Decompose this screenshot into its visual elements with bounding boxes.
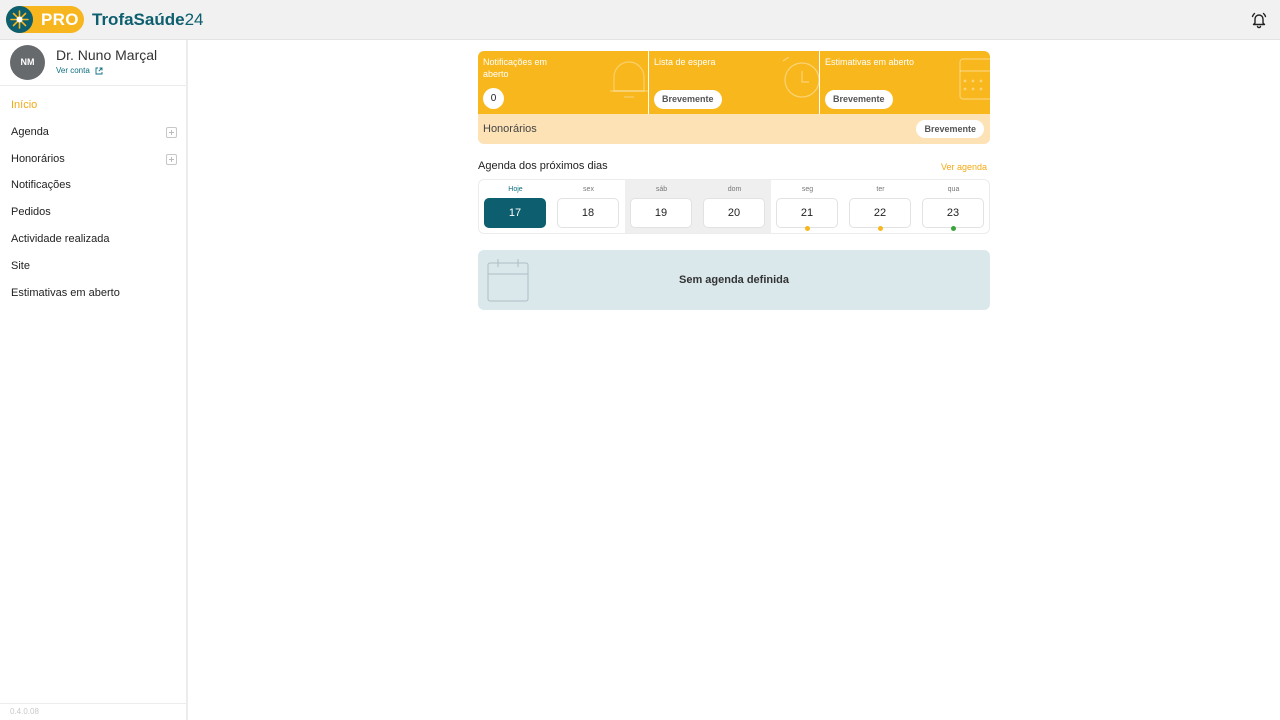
profile-section: NM Dr. Nuno Marçal Ver conta: [0, 40, 186, 86]
sidebar-item-label: Início: [11, 99, 38, 111]
day-weekday-label: sáb: [655, 186, 668, 193]
day-weekday-label: ter: [876, 186, 885, 193]
agenda-day-19[interactable]: sáb 19: [625, 180, 698, 233]
notifications-bell-icon[interactable]: [1250, 11, 1268, 29]
sidebar-item-honorarios[interactable]: Honorários: [0, 146, 186, 173]
brand-name[interactable]: TrofaSaúde24: [92, 10, 204, 30]
sidebar-item-label: Site: [11, 259, 30, 272]
day-event-dot: [805, 226, 810, 231]
sidebar-item-estimativas[interactable]: Estimativas em aberto: [0, 280, 186, 307]
empty-agenda-panel: Sem agenda definida: [478, 250, 990, 310]
card-title: Notificações em aberto: [483, 57, 548, 79]
estimates-card[interactable]: Estimativas em aberto Brevemente: [820, 51, 990, 114]
top-bar: PRO TrofaSaúde24: [0, 0, 1280, 40]
brand-number: 24: [184, 10, 204, 29]
pro-label: PRO: [41, 10, 79, 29]
agenda-day-20[interactable]: dom 20: [698, 180, 771, 233]
agenda-day-22[interactable]: ter 22: [844, 180, 917, 233]
view-account-link[interactable]: Ver conta: [56, 66, 103, 75]
sidebar-item-label: Pedidos: [11, 206, 51, 219]
clock-icon: [782, 57, 819, 98]
sidebar-nav: Início Agenda Honorários Notificações Pe…: [0, 92, 186, 306]
day-number: 19: [630, 198, 692, 228]
day-number: 20: [703, 198, 765, 228]
summary-cards: Notificações em aberto 0 Lista de espera…: [478, 51, 990, 144]
fees-soon-button[interactable]: Brevemente: [916, 120, 984, 138]
pro-badge[interactable]: PRO: [6, 6, 84, 33]
external-link-icon: [95, 67, 103, 75]
card-title: Estimativas em aberto: [825, 57, 915, 67]
sidebar-item-label: Estimativas em aberto: [11, 286, 120, 299]
doctor-name: Dr. Nuno Marçal: [56, 47, 158, 63]
view-account-label: Ver conta: [56, 66, 90, 75]
day-event-dot: [878, 226, 883, 231]
sidebar-item-notificacoes[interactable]: Notificações: [0, 172, 186, 199]
fees-row[interactable]: Honorários Brevemente: [478, 114, 990, 144]
sidebar-item-label: Actividade realizada: [11, 232, 110, 245]
day-number: 22: [849, 198, 911, 228]
agenda-day-17[interactable]: Hoje 17: [479, 180, 552, 233]
sidebar: NM Dr. Nuno Marçal Ver conta Início Agen…: [0, 40, 188, 720]
notifications-card[interactable]: Notificações em aberto 0: [478, 51, 648, 114]
sidebar-item-pedidos[interactable]: Pedidos: [0, 199, 186, 226]
upcoming-days-strip: Hoje 17 sex 18 sáb 19 dom 20 seg 21 ter 22 qua 23: [478, 179, 990, 234]
app-version: 0.4.0.08: [0, 703, 186, 720]
calculator-icon: [959, 58, 990, 100]
sidebar-item-label: Honorários: [11, 152, 65, 165]
day-weekday-label: seg: [801, 186, 814, 193]
day-number: 18: [557, 198, 619, 228]
add-agenda-plus-icon[interactable]: [166, 126, 177, 138]
add-honorarios-plus-icon[interactable]: [166, 153, 177, 165]
avatar[interactable]: NM: [10, 45, 45, 80]
day-weekday-label: sex: [583, 186, 594, 193]
waiting-list-card[interactable]: Lista de espera Brevemente: [649, 51, 819, 114]
fees-label: Honorários: [483, 123, 537, 135]
agenda-day-21[interactable]: seg 21: [771, 180, 844, 233]
empty-agenda-message: Sem agenda definida: [678, 274, 790, 286]
sidebar-item-actividade-realizada[interactable]: Actividade realizada: [0, 226, 186, 253]
sidebar-item-label: Agenda: [11, 125, 49, 138]
estimates-soon-button[interactable]: Brevemente: [825, 90, 893, 109]
brand-name-text: TrofaSaúde: [92, 10, 185, 29]
waiting-list-soon-button[interactable]: Brevemente: [654, 90, 722, 109]
day-weekday-label: qua: [947, 186, 960, 193]
view-agenda-link[interactable]: Ver agenda: [941, 162, 987, 172]
agenda-day-23[interactable]: qua 23: [917, 180, 989, 233]
sidebar-item-agenda[interactable]: Agenda: [0, 119, 186, 146]
day-weekday-label: dom: [727, 186, 742, 193]
sidebar-item-inicio[interactable]: Início: [0, 92, 186, 119]
agenda-section-title: Agenda dos próximos dias: [478, 160, 608, 172]
day-number: 21: [776, 198, 838, 228]
sidebar-item-label: Notificações: [11, 179, 71, 192]
open-notifications-count: 0: [483, 88, 504, 109]
card-title: Lista de espera: [654, 57, 716, 67]
day-weekday-label: Hoje: [508, 186, 523, 193]
day-event-dot: [951, 226, 956, 231]
sidebar-item-site[interactable]: Site: [0, 253, 186, 280]
agenda-day-18[interactable]: sex 18: [552, 180, 625, 233]
compass-logo-icon: [6, 6, 33, 33]
bell-icon: [610, 61, 648, 98]
day-number: 23: [922, 198, 984, 228]
day-number: 17: [484, 198, 546, 228]
